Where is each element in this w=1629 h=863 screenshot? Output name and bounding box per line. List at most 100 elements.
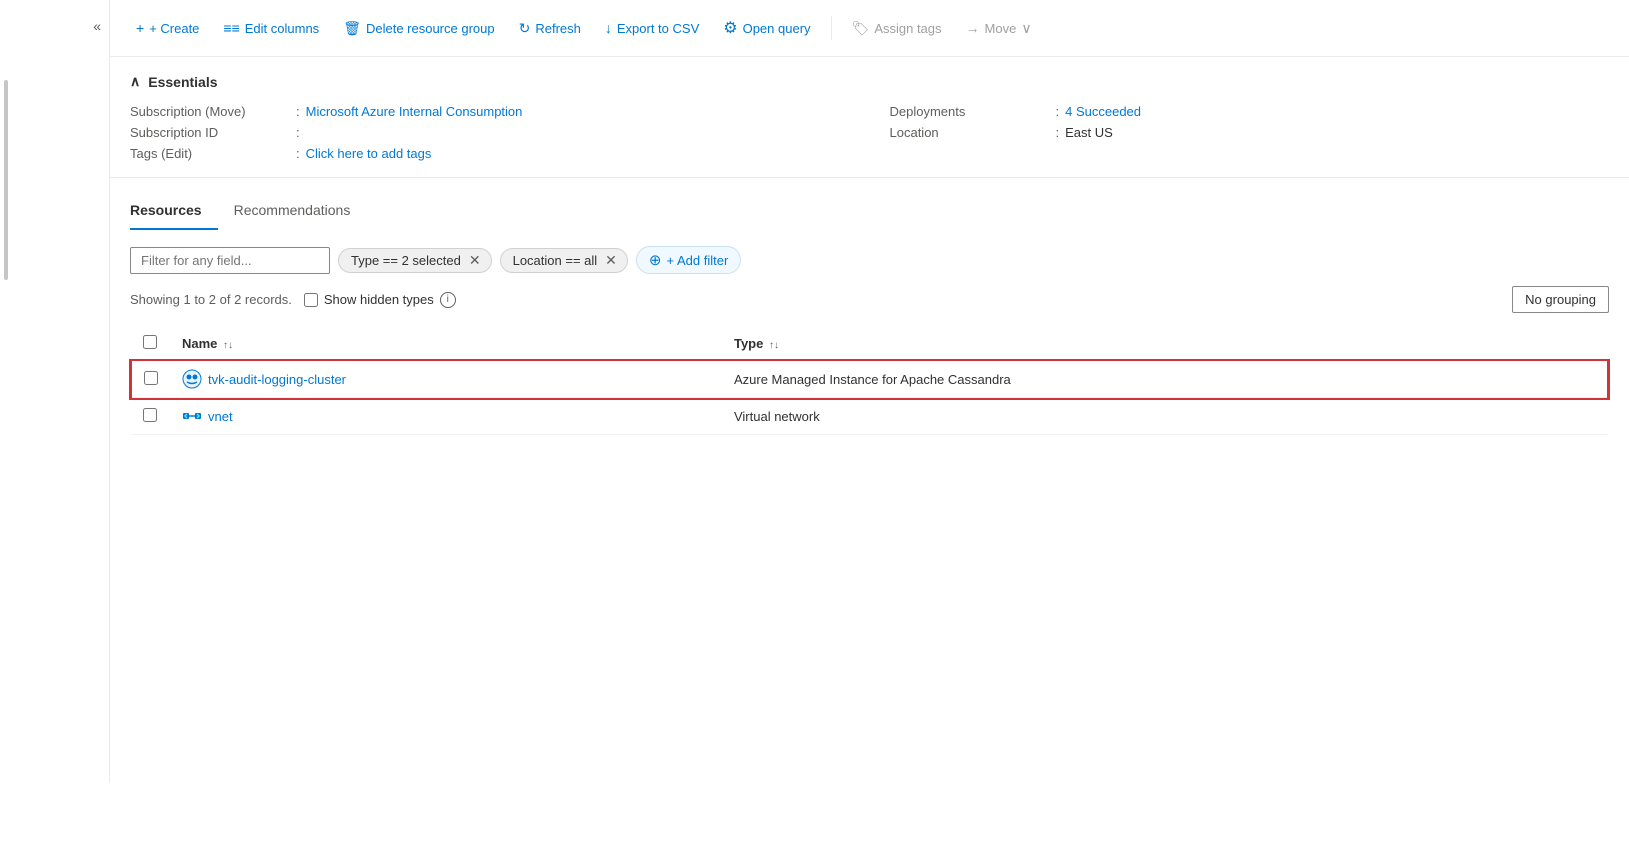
type-filter-close[interactable]: ✕ <box>469 253 481 267</box>
open-query-icon: ⚙ <box>723 18 737 38</box>
subscription-label: Subscription (Move) <box>130 104 290 119</box>
row2-name-link[interactable]: vnet <box>208 409 233 424</box>
resources-table: Name ↑↓ Type ↑↓ <box>130 327 1609 435</box>
table-header: Name ↑↓ Type ↑↓ <box>131 327 1608 361</box>
select-all-checkbox[interactable] <box>143 335 157 349</box>
name-column-header[interactable]: Name ↑↓ <box>170 327 722 361</box>
show-hidden-checkbox[interactable] <box>304 293 318 307</box>
row1-name-cell: tvk-audit-logging-cluster <box>170 361 722 398</box>
deployments-label: Deployments <box>890 104 1050 119</box>
subscription-value-link[interactable]: Microsoft Azure Internal Consumption <box>306 104 523 119</box>
open-query-label: Open query <box>743 21 811 36</box>
tabs: Resources Recommendations <box>130 194 1609 230</box>
subscription-row: Subscription (Move) : Microsoft Azure In… <box>130 104 850 119</box>
essentials-chevron-icon: ∧ <box>130 73 140 90</box>
records-row: Showing 1 to 2 of 2 records. Show hidden… <box>130 286 1609 313</box>
name-column-label: Name <box>182 336 217 351</box>
add-filter-label: + Add filter <box>666 253 728 268</box>
create-button[interactable]: + + Create <box>126 14 209 42</box>
name-sort-icon: ↑↓ <box>223 340 233 351</box>
location-value: East US <box>1065 125 1113 140</box>
table-row: vnet Virtual network <box>131 398 1608 435</box>
move-arrow-icon: → <box>966 20 980 36</box>
row2-name-cell: vnet <box>170 398 722 435</box>
no-grouping-container: No grouping <box>1512 286 1609 313</box>
add-filter-button[interactable]: ⊕ + Add filter <box>636 246 741 274</box>
sidebar-toggle[interactable]: « <box>93 18 101 34</box>
filter-input[interactable] <box>130 247 330 274</box>
move-label: Move <box>985 21 1017 36</box>
sidebar-scrollbar <box>0 80 12 863</box>
vnet-icon <box>182 406 202 426</box>
row1-type-value: Azure Managed Instance for Apache Cassan… <box>734 372 1011 387</box>
essentials-title: Essentials <box>148 74 217 90</box>
location-filter-label: Location == all <box>513 253 598 268</box>
row2-type-cell: Virtual network <box>722 398 1608 435</box>
export-label: Export to CSV <box>617 21 699 36</box>
move-chevron-icon: ∨ <box>1021 20 1031 37</box>
assign-tags-label: Assign tags <box>874 21 941 36</box>
essentials-left-col: Subscription (Move) : Microsoft Azure In… <box>130 104 850 161</box>
refresh-button[interactable]: ↻ Refresh <box>509 14 591 43</box>
show-hidden-label[interactable]: Show hidden types i <box>304 292 456 308</box>
row2-type-value: Virtual network <box>734 409 820 424</box>
row2-checkbox-cell <box>131 398 170 435</box>
tags-row: Tags (Edit) : Click here to add tags <box>130 146 850 161</box>
toolbar: + + Create ≡≡ Edit columns 🗑 Delete reso… <box>110 0 1629 57</box>
edit-columns-label: Edit columns <box>245 21 319 36</box>
essentials-header[interactable]: ∧ Essentials <box>130 73 1609 90</box>
refresh-label: Refresh <box>535 21 581 36</box>
tags-link[interactable]: Click here to add tags <box>306 146 432 161</box>
filter-bar: Type == 2 selected ✕ Location == all ✕ ⊕… <box>130 246 1609 274</box>
tab-resources[interactable]: Resources <box>130 194 218 230</box>
edit-columns-button[interactable]: ≡≡ Edit columns <box>213 14 329 42</box>
open-query-button[interactable]: ⚙ Open query <box>713 12 820 44</box>
tab-recommendations[interactable]: Recommendations <box>234 194 367 230</box>
essentials-section: ∧ Essentials Subscription (Move) : Micro… <box>110 57 1629 178</box>
location-row: Location : East US <box>890 125 1610 140</box>
toolbar-divider <box>831 16 832 40</box>
deployments-row: Deployments : 4 Succeeded <box>890 104 1610 119</box>
type-filter-label: Type == 2 selected <box>351 253 461 268</box>
row1-name-link[interactable]: tvk-audit-logging-cluster <box>208 372 346 387</box>
type-filter-tag[interactable]: Type == 2 selected ✕ <box>338 248 492 273</box>
refresh-icon: ↻ <box>519 20 531 37</box>
show-hidden-info-icon[interactable]: i <box>440 292 456 308</box>
create-label: + Create <box>149 21 199 36</box>
location-filter-tag[interactable]: Location == all ✕ <box>500 248 628 273</box>
location-filter-close[interactable]: ✕ <box>605 253 617 267</box>
no-grouping-button[interactable]: No grouping <box>1512 286 1609 313</box>
select-all-header <box>131 327 170 361</box>
delete-label: Delete resource group <box>366 21 495 36</box>
table-body: tvk-audit-logging-cluster Azure Managed … <box>131 361 1608 435</box>
assign-tags-icon: 🏷 <box>852 20 870 37</box>
type-column-header[interactable]: Type ↑↓ <box>722 327 1608 361</box>
delete-resource-group-button[interactable]: 🗑 Delete resource group <box>333 14 504 43</box>
move-button[interactable]: → Move ∨ <box>956 14 1042 43</box>
row2-checkbox[interactable] <box>143 408 157 422</box>
main-content: + + Create ≡≡ Edit columns 🗑 Delete reso… <box>110 0 1629 783</box>
export-icon: ↓ <box>605 20 612 36</box>
table-header-row: Name ↑↓ Type ↑↓ <box>131 327 1608 361</box>
add-filter-icon: ⊕ <box>649 251 662 269</box>
row1-checkbox[interactable] <box>144 371 158 385</box>
edit-columns-icon: ≡≡ <box>223 20 239 36</box>
resources-content: Type == 2 selected ✕ Location == all ✕ ⊕… <box>110 230 1629 783</box>
row1-checkbox-cell <box>131 361 170 398</box>
show-hidden-text: Show hidden types <box>324 292 434 307</box>
export-csv-button[interactable]: ↓ Export to CSV <box>595 14 709 42</box>
essentials-grid: Subscription (Move) : Microsoft Azure In… <box>130 104 1609 161</box>
type-sort-icon: ↑↓ <box>769 340 779 351</box>
location-label: Location <box>890 125 1050 140</box>
tabs-section: Resources Recommendations <box>110 178 1629 230</box>
subscription-id-label: Subscription ID <box>130 125 290 140</box>
assign-tags-button[interactable]: 🏷 Assign tags <box>842 14 952 43</box>
table-row: tvk-audit-logging-cluster Azure Managed … <box>131 361 1608 398</box>
essentials-right-col: Deployments : 4 Succeeded Location : Eas… <box>890 104 1610 161</box>
plus-icon: + <box>136 20 144 36</box>
records-showing-text: Showing 1 to 2 of 2 records. <box>130 292 292 307</box>
sidebar: « <box>0 0 110 783</box>
deployments-value-link[interactable]: 4 Succeeded <box>1065 104 1141 119</box>
type-column-label: Type <box>734 336 763 351</box>
row1-type-cell: Azure Managed Instance for Apache Cassan… <box>722 361 1608 398</box>
